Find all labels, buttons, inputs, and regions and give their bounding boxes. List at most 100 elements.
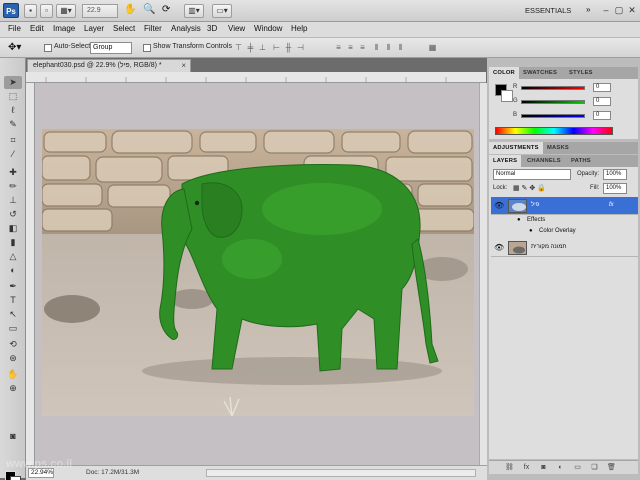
zoom-tool-panel-icon[interactable]: ⊕	[4, 382, 22, 395]
brush-tool-icon[interactable]: ✏	[4, 180, 22, 193]
blend-mode-dropdown[interactable]: Normal	[493, 169, 571, 180]
menu-3d[interactable]: 3D	[207, 24, 217, 33]
layer-row-original-photo[interactable]: 👁 תמונה מקורית	[491, 239, 638, 257]
healing-brush-tool-icon[interactable]: ✚	[4, 166, 22, 179]
gradient-tool-icon[interactable]: ▮	[4, 236, 22, 249]
lock-transparency-icon[interactable]: ▦ ✎ ✥ 🔒	[513, 184, 546, 192]
tab-adjustments[interactable]: ADJUSTMENTS	[489, 142, 543, 154]
blue-value-field[interactable]: 0	[593, 111, 611, 120]
pen-tool-icon[interactable]: ✒	[4, 280, 22, 293]
eyedropper-tool-icon[interactable]: ⁄	[4, 148, 22, 161]
blue-track[interactable]	[521, 114, 585, 118]
quick-mask-icon[interactable]: ◙	[4, 430, 22, 443]
effects-eye-icon[interactable]: ●	[517, 215, 521, 226]
delete-layer-icon[interactable]: 🗑	[607, 463, 616, 472]
document-tab[interactable]: elephant030.psd @ 22.9% (פיל, RGB/8) * ×	[27, 59, 191, 72]
align-right-icon[interactable]: ⊣	[296, 43, 305, 53]
auto-select-checkbox[interactable]	[44, 44, 52, 52]
workspace-arrow-icon[interactable]: »	[586, 5, 590, 14]
eraser-tool-icon[interactable]: ◧	[4, 222, 22, 235]
history-brush-tool-icon[interactable]: ↺	[4, 208, 22, 221]
layer-name[interactable]: פיל	[531, 202, 539, 208]
marquee-tool-icon[interactable]: ⬚	[4, 90, 22, 103]
align-bottom-icon[interactable]: ⊥	[258, 43, 267, 53]
visibility-eye-icon[interactable]: 👁	[494, 243, 504, 252]
layer-style-icon[interactable]: fx	[522, 463, 531, 472]
color-overlay-row[interactable]: ● Color Overlay	[491, 226, 638, 237]
elephant-photo[interactable]	[42, 129, 474, 416]
fill-field[interactable]: 100%	[603, 183, 627, 194]
align-top-icon[interactable]: ⊤	[234, 43, 243, 53]
align-vcenter-icon[interactable]: ╪	[246, 43, 255, 53]
adjustment-layer-icon[interactable]: ◐	[556, 463, 565, 472]
path-selection-tool-icon[interactable]: ↖	[4, 308, 22, 321]
red-track[interactable]	[521, 86, 585, 90]
auto-select-dropdown[interactable]: Group	[90, 42, 132, 54]
distribute-left-icon[interactable]: ⦀	[372, 43, 381, 53]
screen-mode-button[interactable]: ▭▾	[212, 4, 232, 18]
menu-filter[interactable]: Filter	[144, 24, 162, 33]
distribute-vcenter-icon[interactable]: ≡	[346, 43, 355, 53]
menu-help[interactable]: Help	[291, 24, 307, 33]
type-tool-icon[interactable]: T	[4, 294, 22, 307]
view-extras-button[interactable]: ▦▾	[56, 4, 76, 18]
opacity-field[interactable]: 100%	[603, 169, 627, 180]
move-tool-icon[interactable]: ➤	[4, 76, 22, 89]
tab-masks[interactable]: MASKS	[543, 142, 573, 154]
green-track[interactable]	[521, 100, 585, 104]
hand-tool-icon[interactable]: ✋	[124, 4, 136, 15]
quick-selection-tool-icon[interactable]: ✎	[4, 118, 22, 131]
maximize-icon[interactable]: ▢	[613, 4, 625, 16]
minimize-icon[interactable]: –	[600, 4, 612, 16]
tab-swatches[interactable]: SWATCHES	[519, 67, 561, 79]
lasso-tool-icon[interactable]: ℓ	[4, 104, 22, 117]
auto-align-icon[interactable]: ▦	[428, 43, 437, 53]
menu-edit[interactable]: Edit	[30, 24, 44, 33]
align-left-icon[interactable]: ⊢	[272, 43, 281, 53]
new-layer-icon[interactable]: ❏	[590, 463, 599, 472]
3d-rotate-tool-icon[interactable]: ⟲	[4, 338, 22, 351]
menu-layer[interactable]: Layer	[84, 24, 104, 33]
background-color-chip[interactable]	[501, 90, 513, 102]
close-document-icon[interactable]: ×	[181, 60, 186, 72]
new-group-icon[interactable]: ▭	[573, 463, 582, 472]
crop-tool-icon[interactable]: ⌗	[4, 134, 22, 147]
visibility-eye-icon[interactable]: 👁	[494, 201, 504, 210]
vertical-scrollbar[interactable]	[479, 83, 487, 465]
workspace-switcher[interactable]: ESSENTIALS	[525, 4, 591, 18]
menu-file[interactable]: File	[8, 24, 21, 33]
close-icon[interactable]: ✕	[626, 4, 638, 16]
red-value-field[interactable]: 0	[593, 83, 611, 92]
launch-mini-bridge-button[interactable]: ▫	[40, 4, 53, 18]
layer-fx-badge[interactable]: fx	[609, 202, 614, 208]
green-value-field[interactable]: 0	[593, 97, 611, 106]
distribute-hcenter-icon[interactable]: ⦀	[384, 43, 393, 53]
3d-orbit-tool-icon[interactable]: ⊛	[4, 352, 22, 365]
horizontal-scrollbar[interactable]	[206, 469, 476, 477]
align-hcenter-icon[interactable]: ╫	[284, 43, 293, 53]
link-layers-icon[interactable]: ⛓	[505, 463, 514, 472]
zoom-tool-icon[interactable]: 🔍	[143, 4, 155, 15]
arrange-documents-button[interactable]: ▥▾	[184, 4, 204, 18]
tab-color[interactable]: COLOR	[489, 67, 519, 79]
launch-bridge-button[interactable]: ▪	[24, 4, 37, 18]
dodge-tool-icon[interactable]: ◐	[4, 264, 22, 277]
zoom-level-field[interactable]: 22.9	[82, 4, 118, 18]
distribute-right-icon[interactable]: ⦀	[396, 43, 405, 53]
shape-tool-icon[interactable]: ▭	[4, 322, 22, 335]
background-color-swatch[interactable]	[10, 476, 21, 480]
tab-layers[interactable]: LAYERS	[489, 155, 522, 167]
layer-row-elephant[interactable]: 👁 פיל fx	[491, 197, 638, 215]
menu-image[interactable]: Image	[53, 24, 75, 33]
menu-view[interactable]: View	[228, 24, 245, 33]
distribute-bottom-icon[interactable]: ≡	[358, 43, 367, 53]
color-overlay-eye-icon[interactable]: ●	[529, 226, 533, 237]
move-tool-preset-icon[interactable]: ✥▾	[8, 42, 21, 53]
menu-analysis[interactable]: Analysis	[171, 24, 201, 33]
show-transform-checkbox[interactable]	[143, 44, 151, 52]
hand-tool-panel-icon[interactable]: ✋	[4, 368, 22, 381]
distribute-top-icon[interactable]: ≡	[334, 43, 343, 53]
color-spectrum-bar[interactable]	[495, 127, 613, 135]
tab-channels[interactable]: CHANNELS	[523, 155, 565, 167]
menu-window[interactable]: Window	[254, 24, 282, 33]
